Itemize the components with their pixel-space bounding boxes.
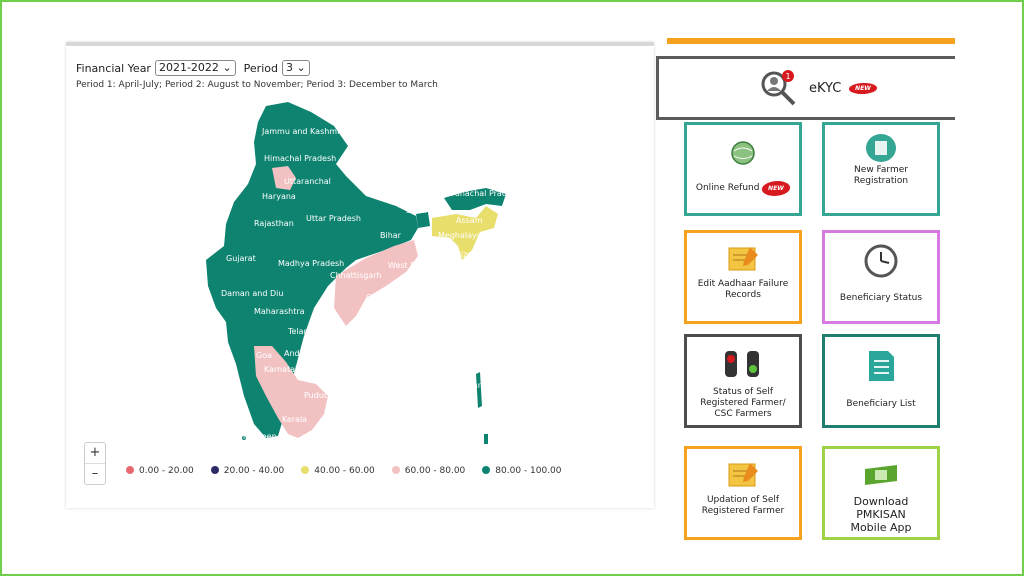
clock-icon [864,244,898,278]
ekyc-count: 1 [785,72,790,81]
ekyc-button[interactable]: 1 eKYC NEW [656,56,955,120]
legend-item: 20.00 - 40.00 [210,466,284,476]
beneficiary-status-label: Beneficiary Status [839,293,923,303]
online-refund-label: Online Refund [695,183,760,193]
new-badge: NEW [760,181,792,196]
state-label: Mizoram [454,250,488,259]
legend-dot [301,466,310,474]
new-badge: NEW [847,83,878,94]
edit-document-icon [728,247,758,271]
edit-document-icon [728,463,758,487]
legend-item: 80.00 - 100.00 [482,466,562,476]
updation-label-line1: Updation of Self [706,495,780,505]
state-label: Chhattisgarh [330,271,382,280]
state-label: Haryana [262,192,296,201]
state-label: Rajasthan [254,219,294,228]
state-label: Madhya Pradesh [278,259,344,268]
beneficiary-list-tile[interactable]: Beneficiary List [822,334,940,428]
legend-item: 40.00 - 60.00 [301,466,375,476]
download-app-tile[interactable]: Download PMKISAN Mobile App [822,446,940,540]
state-label: Kerala [282,415,307,424]
state-label: Uttar Pradesh [306,214,361,223]
search-person-icon: 1 [761,70,796,106]
self-registered-status-tile[interactable]: Status of Self Registered Farmer/ CSC Fa… [684,334,802,428]
zoom-out-button[interactable]: – [85,463,105,484]
state-label: Maharashtra [254,307,305,316]
legend-item: 60.00 - 80.00 [391,466,465,476]
legend-item: 0.00 - 20.00 [126,466,194,476]
zoom-in-button[interactable]: + [85,443,105,463]
traffic-light-icon [725,351,759,377]
state-label: Gujarat [226,254,256,263]
india-map[interactable]: Jammu and Kashmir Himachal Pradesh Uttaran… [66,46,654,508]
orange-divider [667,38,955,44]
legend-dot [210,466,219,474]
self-reg-label-line2: Registered Farmer/ [700,398,786,408]
legend-dot [126,466,134,474]
state-label: Meghalaya [438,231,482,240]
new-farmer-registration-tile[interactable]: New Farmer Registration [822,122,940,216]
online-refund-tile[interactable]: Online Refund NEW [684,122,802,216]
state-label: Puducherry [304,391,350,400]
updation-label-line2: Registered Farmer [701,506,785,516]
download-label-line2: Mobile App [850,521,912,534]
app-banner-icon [865,465,897,485]
self-reg-label-line3: CSC Farmers [714,409,772,419]
beneficiary-list-label: Beneficiary List [846,399,916,409]
new-farmer-label-line2: Registration [853,176,909,186]
registration-form-icon [866,134,896,162]
state-label: Uttaranchal [284,177,331,186]
ekyc-label: eKYC [809,81,842,96]
state-label: Arunachal Pradesh [446,189,521,198]
legend-dot [391,466,400,474]
new-farmer-label-line1: New Farmer [854,165,908,175]
list-document-icon [869,351,894,381]
edit-aadhaar-failure-tile[interactable]: Edit Aadhaar Failure Records [684,230,802,324]
state-label: Orissa [366,293,391,302]
map-legend: 0.00 - 20.00 20.00 - 40.00 40.00 - 60.00… [126,466,562,476]
state-label: Karnataka [264,365,305,374]
state-label: Andhra Pradesh [284,349,348,358]
state-label: Himachal Pradesh [264,154,336,163]
legend-dot [482,466,491,474]
map-panel: Financial Year 2021-2022 ⌄ Period 3 ⌄ Pe… [66,42,654,508]
globe-refund-icon [731,141,755,165]
beneficiary-status-tile[interactable]: Beneficiary Status [822,230,940,324]
state-label: Jammu and Kashmir [261,127,343,136]
self-reg-label-line1: Status of Self [713,387,773,397]
state-label: West Bengal [388,261,438,270]
state-label: Lakshadweep [222,432,277,441]
map-region-nicobar[interactable] [484,434,488,444]
state-label: Andaman and Nicobar [432,381,522,390]
map-region-andaman[interactable] [476,372,482,408]
edit-aadhaar-label-line1: Edit Aadhaar Failure [697,279,789,289]
state-label: Sikkim [406,206,433,215]
zoom-control: + – [84,442,106,485]
edit-aadhaar-label-line2: Records [725,290,761,300]
state-label: Bihar [380,231,402,240]
state-label: Telangana [287,327,329,336]
updation-self-registered-tile[interactable]: Updation of Self Registered Farmer [684,446,802,540]
state-label: Goa [256,351,272,360]
state-label: Daman and Diu [221,289,283,298]
download-label-line1: Download PMKISAN [853,495,909,521]
state-label: Assam [456,216,483,225]
